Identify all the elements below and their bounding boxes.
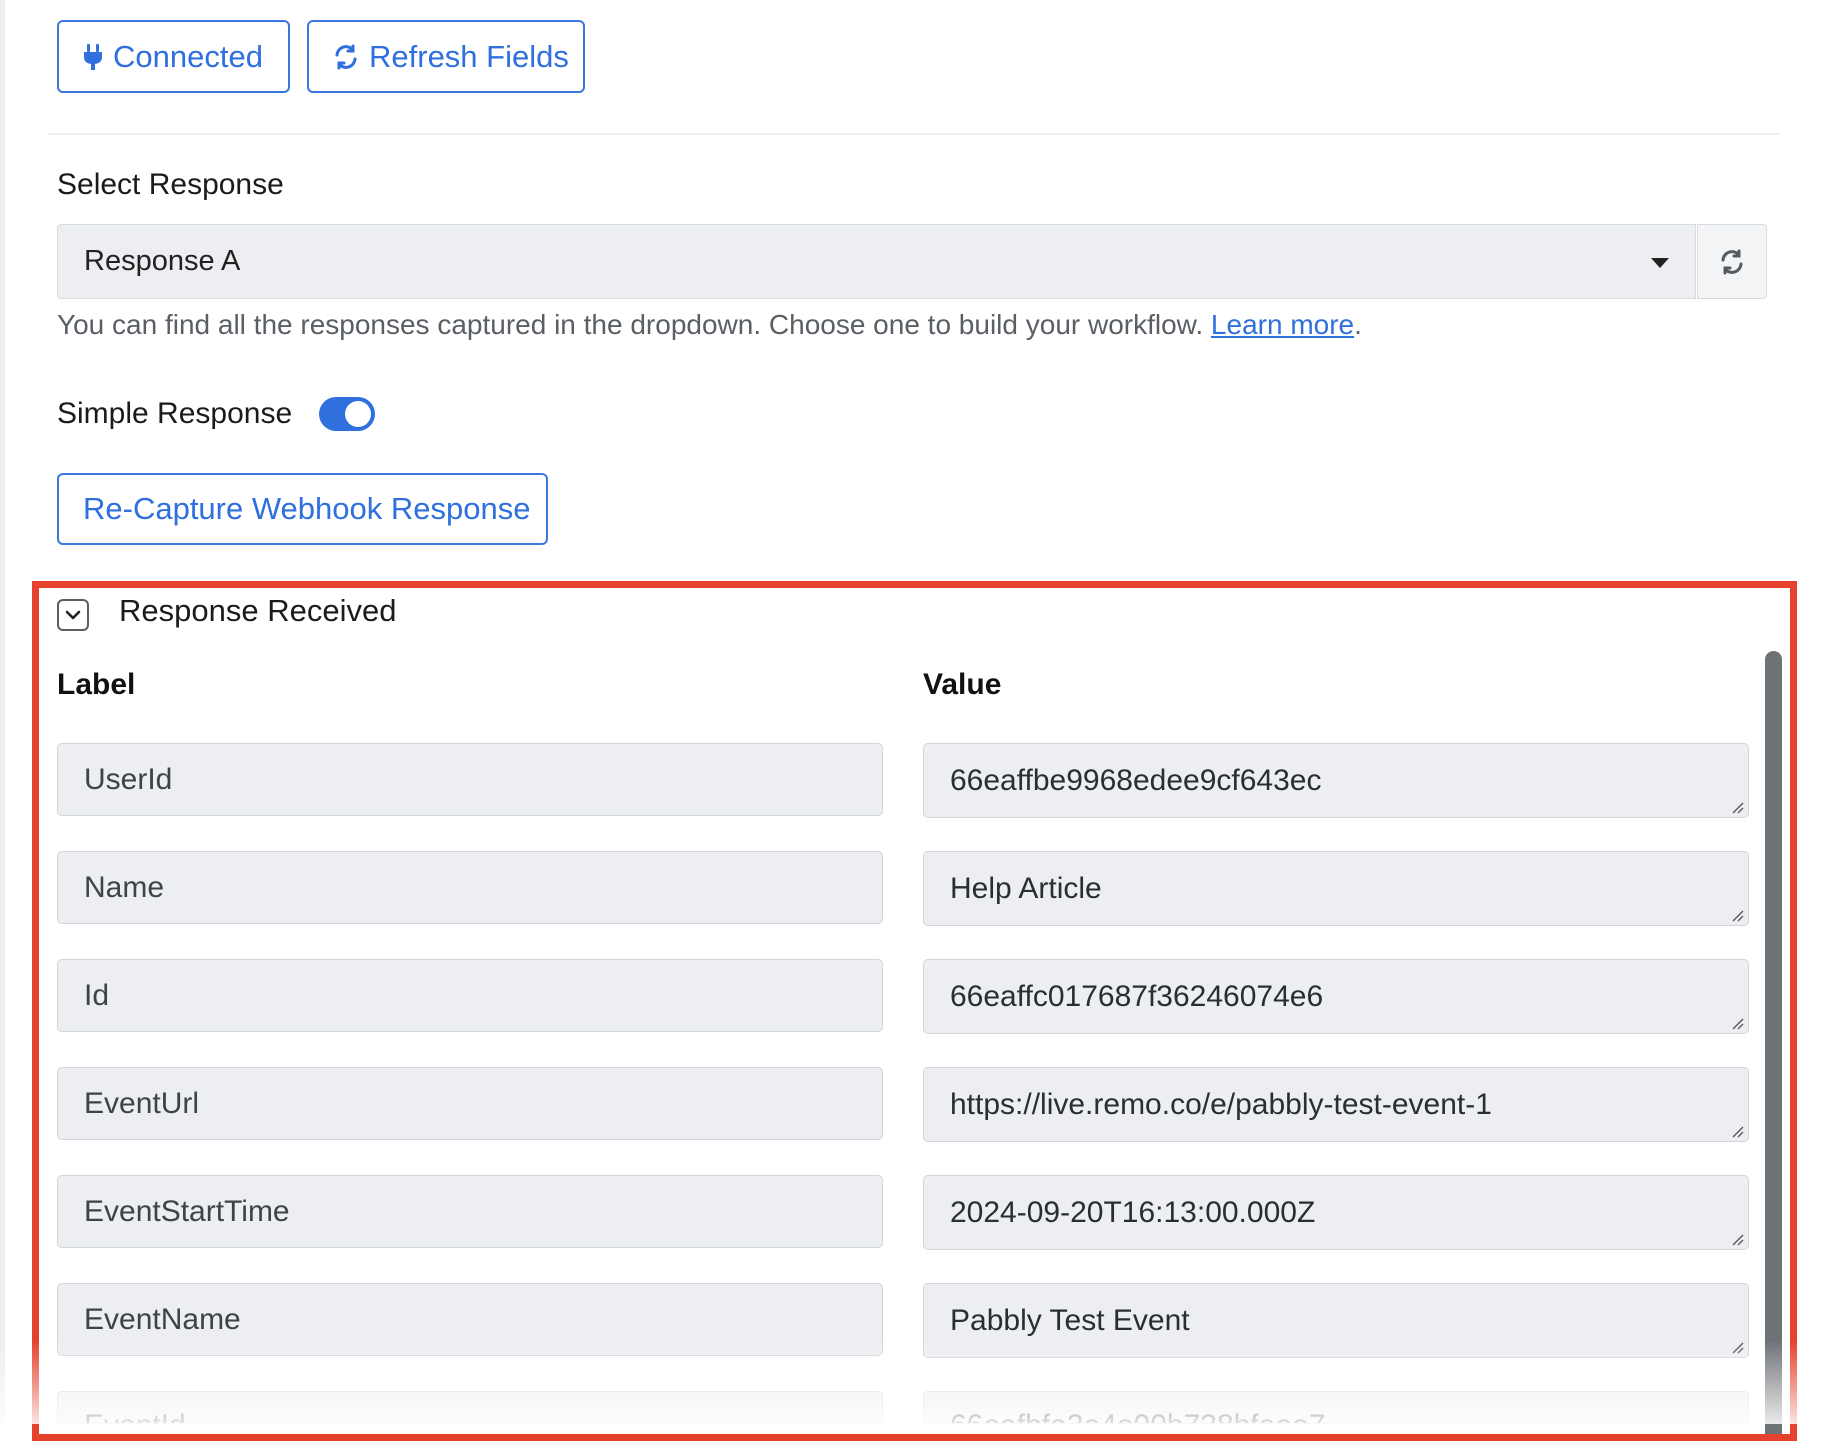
- response-scrollbar[interactable]: [1765, 651, 1782, 1441]
- row-label-text: UserId: [84, 762, 173, 796]
- row-label-text: EventName: [84, 1302, 241, 1336]
- section-divider: [47, 133, 1780, 135]
- row-value-text: 66eaffbe9968edee9cf643ec: [950, 763, 1322, 797]
- refresh-fields-label: Refresh Fields: [369, 38, 569, 74]
- select-response-help: You can find all the responses captured …: [57, 309, 1362, 341]
- help-text-body: You can find all the responses captured …: [57, 309, 1211, 340]
- recapture-label: Re-Capture Webhook Response: [83, 491, 531, 526]
- refresh-fields-button[interactable]: Refresh Fields: [307, 20, 585, 93]
- row-label-text: EventId: [84, 1409, 186, 1423]
- row-label-field[interactable]: Name: [57, 851, 883, 924]
- row-value-field[interactable]: 2024-09-20T16:13:00.000Z: [923, 1175, 1749, 1250]
- label-column-header: Label: [57, 668, 136, 701]
- select-response-label: Select Response: [57, 168, 284, 201]
- help-text-suffix: .: [1354, 309, 1362, 340]
- resize-grip-icon[interactable]: [1730, 800, 1744, 814]
- response-select[interactable]: Response A: [57, 224, 1696, 299]
- row-value-field[interactable]: 66eafbfa2e4e00b738bfeee7: [923, 1391, 1749, 1424]
- simple-response-toggle[interactable]: [319, 397, 375, 431]
- row-value-text: Pabbly Test Event: [950, 1303, 1190, 1337]
- row-label-field[interactable]: Id: [57, 959, 883, 1032]
- row-value-text: 2024-09-20T16:13:00.000Z: [950, 1195, 1316, 1229]
- row-value-text: Help Article: [950, 871, 1102, 905]
- resize-grip-icon[interactable]: [1730, 1340, 1744, 1354]
- row-value-field[interactable]: 66eaffc017687f36246074e6: [923, 959, 1749, 1034]
- row-value-field[interactable]: 66eaffbe9968edee9cf643ec: [923, 743, 1749, 818]
- refresh-icon: [335, 44, 357, 69]
- row-label-field[interactable]: EventName: [57, 1283, 883, 1356]
- row-value-field[interactable]: Help Article: [923, 851, 1749, 926]
- recapture-webhook-button[interactable]: Re-Capture Webhook Response: [57, 473, 548, 545]
- resize-grip-icon[interactable]: [1730, 1124, 1744, 1138]
- row-label-text: EventUrl: [84, 1086, 200, 1120]
- response-select-value: Response A: [84, 245, 241, 277]
- learn-more-link[interactable]: Learn more: [1211, 309, 1354, 340]
- caret-down-icon: [1651, 258, 1669, 268]
- toggle-knob: [345, 401, 371, 427]
- chevron-down-icon: [65, 610, 81, 620]
- row-value-field[interactable]: https://live.remo.co/e/pabbly-test-event…: [923, 1067, 1749, 1142]
- response-received-title: Response Received: [119, 593, 397, 628]
- row-label-field[interactable]: EventStartTime: [57, 1175, 883, 1248]
- plug-icon: [84, 43, 102, 70]
- simple-response-label: Simple Response: [57, 397, 293, 430]
- row-value-text: 66eaffc017687f36246074e6: [950, 979, 1324, 1013]
- reload-responses-button[interactable]: [1697, 224, 1767, 299]
- row-value-field[interactable]: Pabbly Test Event: [923, 1283, 1749, 1358]
- row-label-field[interactable]: EventUrl: [57, 1067, 883, 1140]
- row-label-field[interactable]: EventId: [57, 1391, 883, 1424]
- row-label-text: Id: [84, 978, 110, 1012]
- connected-button[interactable]: Connected: [57, 20, 290, 93]
- row-value-text: https://live.remo.co/e/pabbly-test-event…: [950, 1087, 1492, 1121]
- resize-grip-icon[interactable]: [1730, 908, 1744, 922]
- row-label-field[interactable]: UserId: [57, 743, 883, 816]
- row-value-text: 66eafbfa2e4e00b738bfeee7: [950, 1409, 1325, 1423]
- row-label-text: EventStartTime: [84, 1194, 290, 1228]
- resize-grip-icon[interactable]: [1730, 1016, 1744, 1030]
- resize-grip-icon[interactable]: [1730, 1232, 1744, 1246]
- refresh-icon: [1721, 249, 1743, 274]
- page-left-edge: [0, 0, 5, 1424]
- collapse-toggle[interactable]: [57, 599, 89, 631]
- row-label-text: Name: [84, 870, 165, 904]
- value-column-header: Value: [923, 668, 1002, 701]
- connected-label: Connected: [113, 38, 263, 74]
